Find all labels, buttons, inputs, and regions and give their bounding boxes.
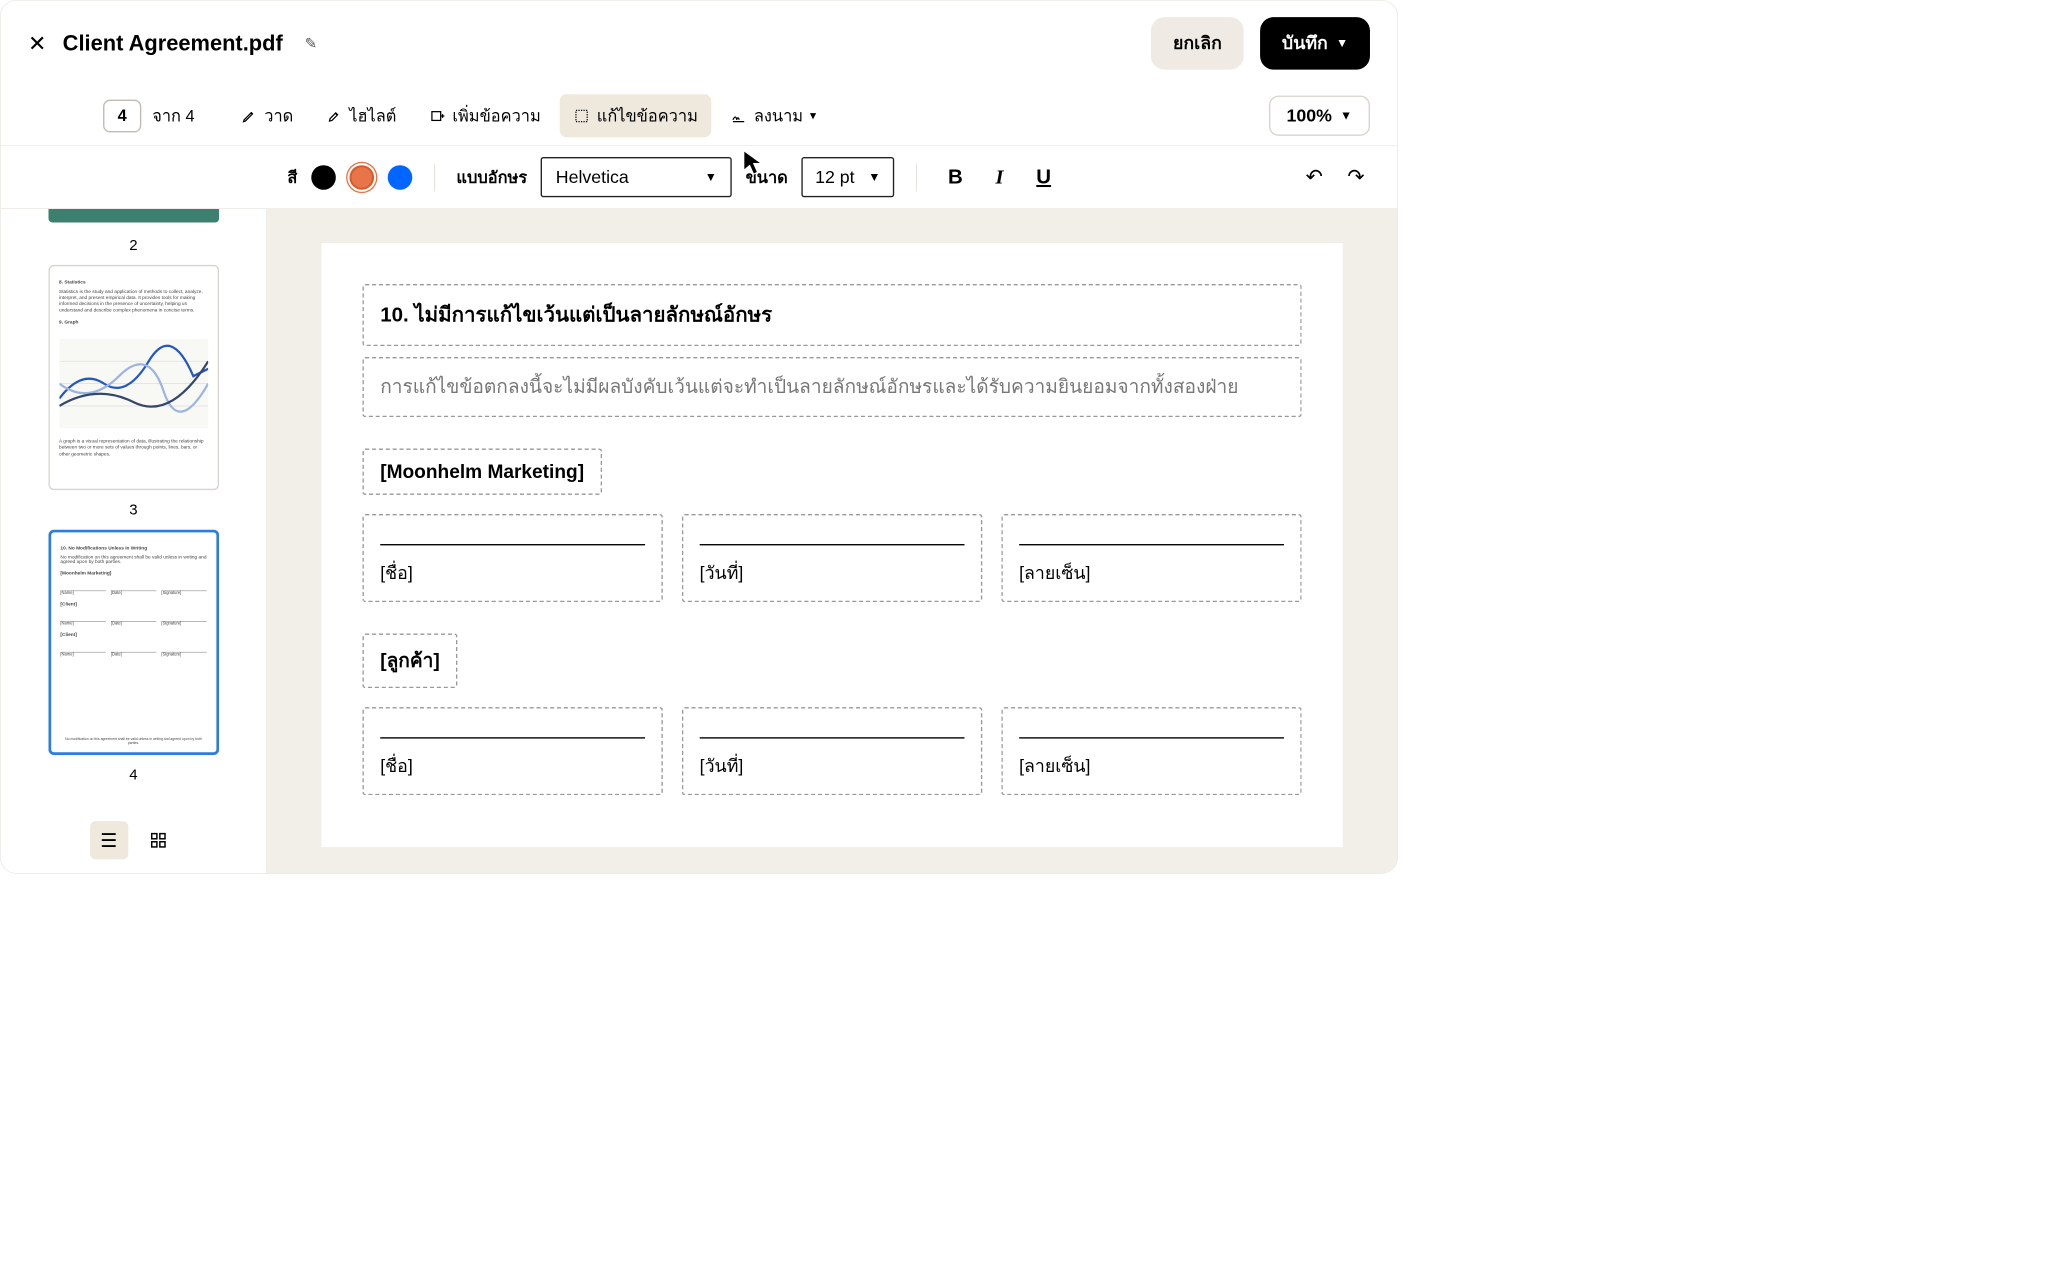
thumbnail-label: 4 bbox=[129, 766, 137, 784]
signature-field-signature[interactable]: [ลายเซ็น] bbox=[1001, 707, 1301, 795]
chevron-down-icon: ▼ bbox=[868, 170, 880, 184]
document-page: 10. ไม่มีการแก้ไขเว้นแต่เป็นลายลักษณ์อัก… bbox=[322, 243, 1343, 847]
pencil-icon bbox=[241, 108, 257, 124]
zoom-button[interactable]: 100% ▼ bbox=[1269, 96, 1370, 136]
party-name: [ลูกค้า] bbox=[380, 650, 440, 671]
chart-thumbnail-icon bbox=[59, 336, 208, 432]
signature-field-signature[interactable]: [ลายเซ็น] bbox=[1001, 514, 1301, 602]
chevron-down-icon: ▼ bbox=[1336, 36, 1348, 50]
color-orange[interactable] bbox=[349, 165, 374, 190]
bold-button[interactable]: B bbox=[938, 160, 972, 194]
page-total-label: จาก 4 bbox=[152, 102, 194, 129]
editable-heading-block[interactable]: 10. ไม่มีการแก้ไขเว้นแต่เป็นลายลักษณ์อัก… bbox=[362, 284, 1301, 346]
document-title: Client Agreement.pdf bbox=[63, 31, 283, 56]
size-label: ขนาด bbox=[746, 164, 788, 191]
section-body: การแก้ไขข้อตกลงนี้จะไม่มีผลบังคับเว้นแต่… bbox=[380, 372, 1284, 402]
editable-party-block[interactable]: [ลูกค้า] bbox=[362, 633, 457, 688]
redo-button[interactable]: ↷ bbox=[1347, 165, 1364, 189]
thumbnail-label: 3 bbox=[129, 501, 137, 519]
sign-tool-button[interactable]: ลงนาม ▾ bbox=[717, 94, 830, 137]
thumbnail-sidebar: 2 8. Statistics Statistics is the study … bbox=[1, 209, 267, 873]
party-name: [Moonhelm Marketing] bbox=[380, 461, 584, 482]
thumbnail-page-4[interactable]: 10. No Modifications Unless In Writing N… bbox=[48, 530, 219, 755]
cancel-button[interactable]: ยกเลิก bbox=[1151, 17, 1244, 70]
color-blue[interactable] bbox=[387, 165, 412, 190]
list-view-button[interactable]: ☰ bbox=[90, 821, 128, 859]
draw-tool-button[interactable]: วาด bbox=[227, 94, 307, 137]
undo-button[interactable]: ↶ bbox=[1306, 165, 1323, 189]
signature-field-name[interactable]: [ชื่อ] bbox=[362, 514, 662, 602]
signature-field-date[interactable]: [วันที่] bbox=[682, 707, 982, 795]
signature-field-date[interactable]: [วันที่] bbox=[682, 514, 982, 602]
add-text-tool-button[interactable]: เพิ่มข้อความ bbox=[416, 94, 555, 137]
divider bbox=[916, 163, 917, 190]
thumbnail-label: 2 bbox=[129, 236, 137, 254]
grid-view-button[interactable] bbox=[139, 821, 177, 859]
color-black[interactable] bbox=[311, 165, 336, 190]
editable-body-block[interactable]: การแก้ไขข้อตกลงนี้จะไม่มีผลบังคับเว้นแต่… bbox=[362, 357, 1301, 417]
page-number-input[interactable] bbox=[103, 99, 141, 132]
thumbnail-page-3[interactable]: 8. Statistics Statistics is the study an… bbox=[48, 265, 219, 490]
section-heading: 10. ไม่มีการแก้ไขเว้นแต่เป็นลายลักษณ์อัก… bbox=[380, 299, 1284, 331]
chevron-down-icon: ▼ bbox=[705, 170, 717, 184]
add-text-icon bbox=[429, 108, 445, 124]
chevron-down-icon: ▾ bbox=[810, 109, 816, 123]
signature-field-name[interactable]: [ชื่อ] bbox=[362, 707, 662, 795]
signature-icon bbox=[731, 108, 747, 124]
italic-button[interactable]: I bbox=[986, 160, 1013, 194]
editable-party-block[interactable]: [Moonhelm Marketing] bbox=[362, 448, 601, 494]
save-button-label: บันทึก bbox=[1282, 29, 1328, 57]
highlight-tool-button[interactable]: ไฮไลต์ bbox=[312, 94, 410, 137]
chevron-down-icon: ▼ bbox=[1340, 109, 1352, 123]
document-canvas[interactable]: 10. ไม่มีการแก้ไขเว้นแต่เป็นลายลักษณ์อัก… bbox=[267, 209, 1397, 873]
font-select[interactable]: Helvetica ▼ bbox=[541, 157, 732, 197]
edit-text-icon bbox=[574, 108, 590, 124]
close-icon[interactable]: ✕ bbox=[28, 30, 46, 56]
edit-text-tool-button[interactable]: แก้ไขข้อความ bbox=[560, 94, 712, 137]
highlighter-icon bbox=[326, 108, 342, 124]
size-select[interactable]: 12 pt ▼ bbox=[801, 157, 894, 197]
underline-button[interactable]: U bbox=[1027, 160, 1061, 194]
save-button[interactable]: บันทึก ▼ bbox=[1260, 17, 1370, 70]
font-label: แบบอักษร bbox=[456, 164, 527, 191]
divider bbox=[434, 163, 435, 190]
color-label: สี bbox=[287, 164, 297, 191]
thumbnail-page-2-partial[interactable] bbox=[48, 209, 219, 223]
edit-title-icon[interactable]: ✎ bbox=[305, 34, 318, 52]
